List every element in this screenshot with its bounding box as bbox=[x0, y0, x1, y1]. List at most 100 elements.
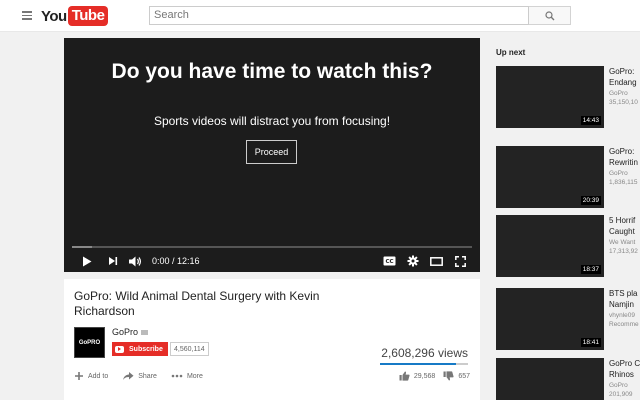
youtube-mini-icon bbox=[115, 345, 124, 353]
share-button[interactable]: Share bbox=[122, 371, 157, 381]
recommended-title-line1: GoPro: bbox=[609, 67, 635, 76]
theater-mode-icon bbox=[429, 256, 443, 266]
next-button[interactable] bbox=[106, 254, 120, 268]
dislike-button[interactable]: 657 bbox=[443, 371, 470, 381]
video-duration: 18:37 bbox=[580, 265, 601, 274]
volume-icon bbox=[128, 256, 141, 266]
up-next-heading: Up next bbox=[496, 48, 526, 57]
share-label: Share bbox=[138, 372, 157, 380]
add-to-label: Add to bbox=[88, 372, 109, 380]
search-input[interactable]: Search bbox=[149, 6, 529, 25]
recommended-views: 17,313,92 bbox=[609, 248, 638, 255]
recommended-title[interactable]: BTS pla Namjin bbox=[609, 288, 640, 310]
proceed-button[interactable]: Proceed bbox=[246, 140, 297, 164]
plus-icon bbox=[75, 372, 83, 380]
video-thumbnail[interactable]: 18:41 bbox=[496, 288, 604, 350]
recommended-title-line1: 5 Horrif bbox=[609, 216, 636, 225]
recommended-channel: We Want bbox=[609, 239, 636, 246]
recommended-title-line2: Namjin bbox=[609, 300, 634, 309]
recommended-video[interactable]: 20:39 GoPro: Rewritin GoPro 1,836,115 bbox=[496, 146, 640, 208]
fullscreen-button[interactable] bbox=[453, 254, 467, 268]
recommended-video[interactable]: 18:41 BTS pla Namjin vhynle09 Recomme bbox=[496, 288, 640, 350]
play-icon bbox=[83, 256, 92, 266]
recommended-channel: GoPro bbox=[609, 170, 628, 177]
recommended-channel: GoPro bbox=[609, 90, 628, 97]
channel-name-link[interactable]: GoPro bbox=[112, 327, 149, 337]
recommended-title-line2: Caught bbox=[609, 227, 635, 236]
progress-bar[interactable] bbox=[72, 246, 472, 248]
distraction-overlay-title: Do you have time to watch this? bbox=[111, 60, 433, 83]
theater-mode-button[interactable] bbox=[429, 254, 443, 268]
distraction-overlay-message: Sports videos will distract you from foc… bbox=[153, 114, 391, 128]
time-display: 0:00 / 12:16 bbox=[152, 256, 200, 266]
recommended-title[interactable]: GoPro: Rewritin bbox=[609, 146, 640, 168]
like-dislike-group: 29,568 657 bbox=[391, 371, 470, 381]
subscriber-count: 4,560,114 bbox=[170, 342, 209, 356]
recommended-title[interactable]: 5 Horrif Caught bbox=[609, 215, 640, 237]
recommended-views: Recomme bbox=[609, 321, 639, 328]
recommended-channel: GoPro bbox=[609, 382, 628, 389]
more-label: More bbox=[186, 372, 203, 380]
gear-icon bbox=[407, 255, 419, 267]
view-count: 2,608,296 views bbox=[381, 346, 468, 360]
like-button[interactable]: 29,568 bbox=[399, 371, 435, 381]
channel-avatar[interactable]: GoPRO bbox=[74, 327, 105, 358]
add-to-button[interactable]: Add to bbox=[74, 371, 108, 381]
video-title: GoPro: Wild Animal Dental Surgery with K… bbox=[74, 289, 320, 318]
video-duration: 20:39 bbox=[580, 196, 601, 205]
recommended-views: 1,836,115 bbox=[609, 179, 638, 186]
captions-icon: CC bbox=[383, 256, 395, 266]
more-button[interactable]: More bbox=[171, 371, 203, 381]
player-controls: 0:00 / 12:16 CC bbox=[64, 250, 480, 272]
video-actions: Add to Share More bbox=[74, 371, 217, 381]
settings-button[interactable] bbox=[406, 254, 420, 268]
recommended-title-line1: GoPro: bbox=[609, 147, 635, 156]
search-button[interactable] bbox=[529, 6, 571, 25]
recommended-title-line1: GoPro C bbox=[609, 359, 640, 368]
thumbs-up-icon bbox=[399, 371, 410, 381]
masthead: You Tube Search bbox=[0, 0, 640, 32]
logo-you-text: You bbox=[41, 7, 67, 25]
recommended-title-line1: BTS pla bbox=[609, 289, 638, 298]
sentiment-bar bbox=[380, 363, 468, 365]
dislike-count: 657 bbox=[458, 372, 470, 380]
sentiment-bar-fill bbox=[380, 363, 456, 365]
subscribe-label: Subscribe bbox=[129, 345, 163, 353]
recommended-views: 35,150,10 bbox=[609, 99, 638, 106]
recommended-channel: vhynle09 bbox=[609, 312, 636, 319]
hamburger-menu-icon[interactable] bbox=[22, 11, 32, 20]
search-icon bbox=[544, 10, 554, 20]
more-dots-icon bbox=[171, 374, 183, 378]
recommended-title[interactable]: GoPro C Rhinos bbox=[609, 358, 640, 380]
youtube-logo[interactable]: You Tube bbox=[41, 5, 109, 27]
svg-text:CC: CC bbox=[385, 259, 393, 265]
share-icon bbox=[123, 372, 134, 380]
subscribe-button[interactable]: Subscribe bbox=[112, 342, 168, 356]
play-button[interactable] bbox=[80, 254, 94, 268]
volume-button[interactable] bbox=[128, 254, 142, 268]
logo-tube-text: Tube bbox=[67, 6, 109, 26]
thumbs-down-icon bbox=[443, 371, 454, 381]
recommended-video[interactable]: GoPro C Rhinos GoPro 201,909 bbox=[496, 358, 640, 400]
video-thumbnail[interactable] bbox=[496, 358, 604, 400]
verified-icon bbox=[141, 329, 149, 335]
skip-next-icon bbox=[109, 257, 118, 265]
recommended-title[interactable]: GoPro: Endang bbox=[609, 66, 640, 88]
recommended-video[interactable]: 18:37 5 Horrif Caught We Want 17,313,92 bbox=[496, 215, 640, 277]
video-info-panel: GoPro: Wild Animal Dental Surgery with K… bbox=[64, 279, 480, 400]
recommended-views: 201,909 bbox=[609, 391, 633, 398]
channel-name: GoPro bbox=[112, 327, 139, 337]
recommended-video[interactable]: 14:43 GoPro: Endang GoPro 35,150,10 bbox=[496, 66, 640, 128]
video-duration: 18:41 bbox=[580, 338, 601, 347]
captions-button[interactable]: CC bbox=[382, 254, 396, 268]
video-thumbnail[interactable]: 20:39 bbox=[496, 146, 604, 208]
recommended-title-line2: Endang bbox=[609, 78, 637, 87]
progress-bar-fill bbox=[72, 246, 92, 248]
video-duration: 14:43 bbox=[580, 116, 601, 125]
recommended-title-line2: Rhinos bbox=[609, 370, 634, 379]
video-player[interactable]: Do you have time to watch this? Sports v… bbox=[64, 38, 480, 272]
fullscreen-icon bbox=[454, 255, 466, 267]
video-thumbnail[interactable]: 18:37 bbox=[496, 215, 604, 277]
video-thumbnail[interactable]: 14:43 bbox=[496, 66, 604, 128]
like-count: 29,568 bbox=[413, 372, 436, 380]
